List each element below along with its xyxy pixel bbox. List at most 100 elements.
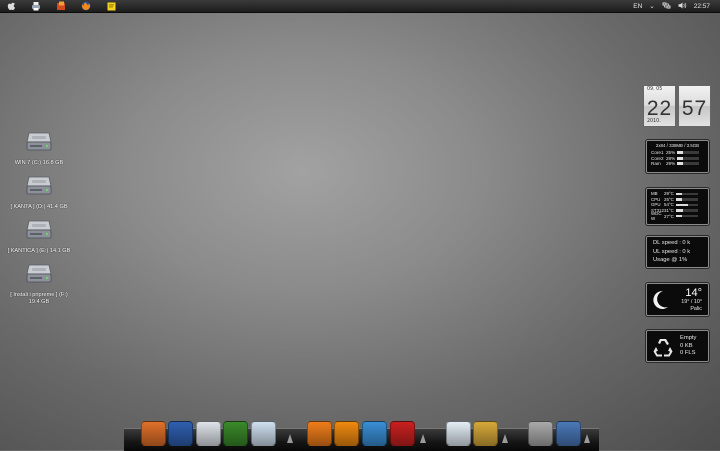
cpu-row-bar — [677, 156, 699, 160]
hard-drive-icon — [26, 220, 52, 239]
weather-widget[interactable]: 14° 19° / 10° Palic — [646, 283, 709, 316]
menubar-left — [6, 0, 131, 12]
recycle-files: 0 FLS — [680, 350, 696, 356]
upload-speed: UL speed : 0 k — [653, 248, 691, 255]
dock-messenger-bird-icon[interactable] — [251, 421, 276, 446]
temp-row-bar — [676, 203, 698, 207]
temp-row-value: 27°C — [664, 213, 674, 219]
volume-icon[interactable] — [678, 2, 687, 11]
dock-firefox-icon[interactable] — [141, 421, 166, 446]
drive-e[interactable]: [ KANTICA ] (E:) 14.1 GB — [0, 212, 78, 255]
temp-row-bar — [676, 198, 698, 201]
recycle-state: Empty — [680, 335, 697, 341]
download-speed: DL speed : 0 k — [653, 240, 691, 246]
clock-minute-card: 57 — [678, 85, 711, 127]
temp-row-bar-fill — [676, 209, 683, 212]
clock-date: 09. 05 — [647, 87, 663, 92]
temp-row-value: 25°C — [664, 196, 674, 202]
language-indicator[interactable]: EN — [633, 3, 642, 10]
dock-feather-icon[interactable] — [168, 421, 193, 446]
drive-label-size: 19.4 GB — [28, 299, 50, 305]
cpu-row-bar-fill — [677, 162, 684, 166]
dock-separator — [287, 434, 293, 443]
hard-drive-icon — [26, 264, 52, 283]
temp-row-label: WDC W — [651, 211, 662, 222]
cpu-row-label: Core1 — [651, 150, 664, 156]
weather-city: Palic — [690, 306, 702, 312]
moon-icon — [653, 290, 668, 309]
temp-row-label: MB — [651, 191, 658, 197]
office-icon[interactable] — [56, 1, 66, 11]
temperature-widget[interactable]: MB 29°C CPU 25°C GPU 54°C ST312 31°C WDC W 27°C — [646, 188, 709, 225]
temp-rows: MB 29°C CPU 25°C GPU 54°C ST312 31°C WDC W 27°C — [647, 191, 708, 222]
dock-skype-icon[interactable] — [196, 421, 221, 446]
dock-separator — [420, 434, 426, 443]
network-icon[interactable] — [662, 2, 671, 11]
drive-f[interactable]: [ Instali i pripreme ] (F:) 19.4 GB — [0, 256, 78, 306]
clock-minute: 57 — [681, 97, 708, 120]
flip-clock-widget[interactable]: 09. 05 22 2010. 57 — [643, 85, 711, 127]
dock-separator — [584, 434, 590, 443]
dock-virtual-dj-icon[interactable] — [390, 421, 415, 446]
temp-row-value: 54°C — [664, 202, 674, 208]
cpu-row-bar-fill — [677, 151, 683, 155]
temp-row: WDC W 27°C — [647, 211, 708, 222]
temp-row-bar-fill — [676, 214, 682, 218]
dock-photo-flower-icon[interactable] — [473, 421, 498, 446]
drive-label: WIN 7 (C:) 16.8 GB — [14, 160, 64, 166]
dock-gom-player-icon[interactable] — [334, 421, 359, 446]
dock-separator — [502, 434, 508, 443]
dock-gadget-green-icon[interactable] — [223, 421, 248, 446]
temp-row-bar-fill — [676, 192, 683, 196]
temp-row-bar — [676, 192, 698, 196]
cpu-row-percent: 28% — [666, 155, 676, 161]
temp-row-bar-fill — [676, 198, 682, 201]
cpu-row-bar-fill — [677, 156, 684, 160]
temp-row-bar — [676, 214, 698, 218]
network-meter-widget[interactable]: DL speed : 0 k UL speed : 0 k Usage @ 1% — [646, 236, 709, 268]
cpu-row-bar — [677, 162, 699, 166]
cpu-row-percent: 29% — [666, 161, 676, 167]
network-usage: Usage @ 1% — [653, 257, 688, 263]
temp-row-label: GPU — [651, 202, 661, 208]
drive-label: [ KANTA ] (D:) 41.4 GB — [10, 204, 68, 210]
drive-d[interactable]: [ KANTA ] (D:) 41.4 GB — [0, 168, 78, 211]
cpu-row-percent: 25% — [666, 150, 676, 156]
recycle-bin-widget[interactable]: Empty 0 KB 0 FLS — [646, 330, 709, 362]
chevron-down-icon[interactable]: ⌄ — [649, 2, 654, 10]
dock-preview-icon[interactable] — [556, 421, 581, 446]
menubar: EN ⌄ 22:57 — [0, 0, 720, 13]
temp-row-label: CPU — [651, 196, 661, 202]
cpu-meter-widget[interactable]: 2x84 / 338MB / 3.5GB Core1 25% Core2 28% Ram… — [646, 140, 709, 173]
recycle-size: 0 KB — [680, 342, 693, 349]
clock-hour: 22 — [646, 97, 673, 120]
printer-icon[interactable] — [31, 1, 41, 11]
temp-row-value: 31°C — [664, 208, 674, 214]
cpu-widget-header: 2x84 / 338MB / 3.5GB — [655, 143, 700, 148]
cpu-row-label: Ram — [651, 161, 661, 167]
dock-teamviewer-icon[interactable] — [362, 421, 387, 446]
weather-range: 19° / 10° — [681, 299, 702, 305]
clock-hour-card: 09. 05 22 2010. — [643, 85, 676, 127]
cpu-row: Ram 29% — [647, 161, 708, 167]
firefox-icon[interactable] — [81, 1, 91, 11]
drive-label: [ Instali i pripreme ] (F:) — [10, 292, 68, 298]
recycle-icon — [653, 339, 673, 357]
hard-drive-icon — [26, 176, 52, 195]
drive-label: [ KANTICA ] (E:) 14.1 GB — [7, 248, 71, 254]
cpu-row-label: Core2 — [651, 155, 664, 161]
temp-row-bar — [676, 209, 698, 212]
menubar-clock[interactable]: 22:57 — [694, 3, 710, 10]
sticky-note-icon[interactable] — [106, 1, 116, 11]
weather-temp: 14° — [685, 287, 702, 299]
temp-row-bar-fill — [676, 203, 688, 207]
cpu-rows: Core1 25% Core2 28% Ram 29% — [647, 150, 708, 167]
clock-year: 2010. — [647, 119, 661, 124]
apple-icon[interactable] — [6, 1, 16, 11]
dock-quill-icon[interactable] — [446, 421, 471, 446]
dock-stack-folder-icon[interactable] — [528, 421, 553, 446]
cpu-row-bar — [677, 151, 699, 155]
dock-avast-icon[interactable] — [307, 421, 332, 446]
drive-c[interactable]: WIN 7 (C:) 16.8 GB — [0, 124, 78, 167]
menubar-status: EN ⌄ 22:57 — [626, 0, 710, 12]
